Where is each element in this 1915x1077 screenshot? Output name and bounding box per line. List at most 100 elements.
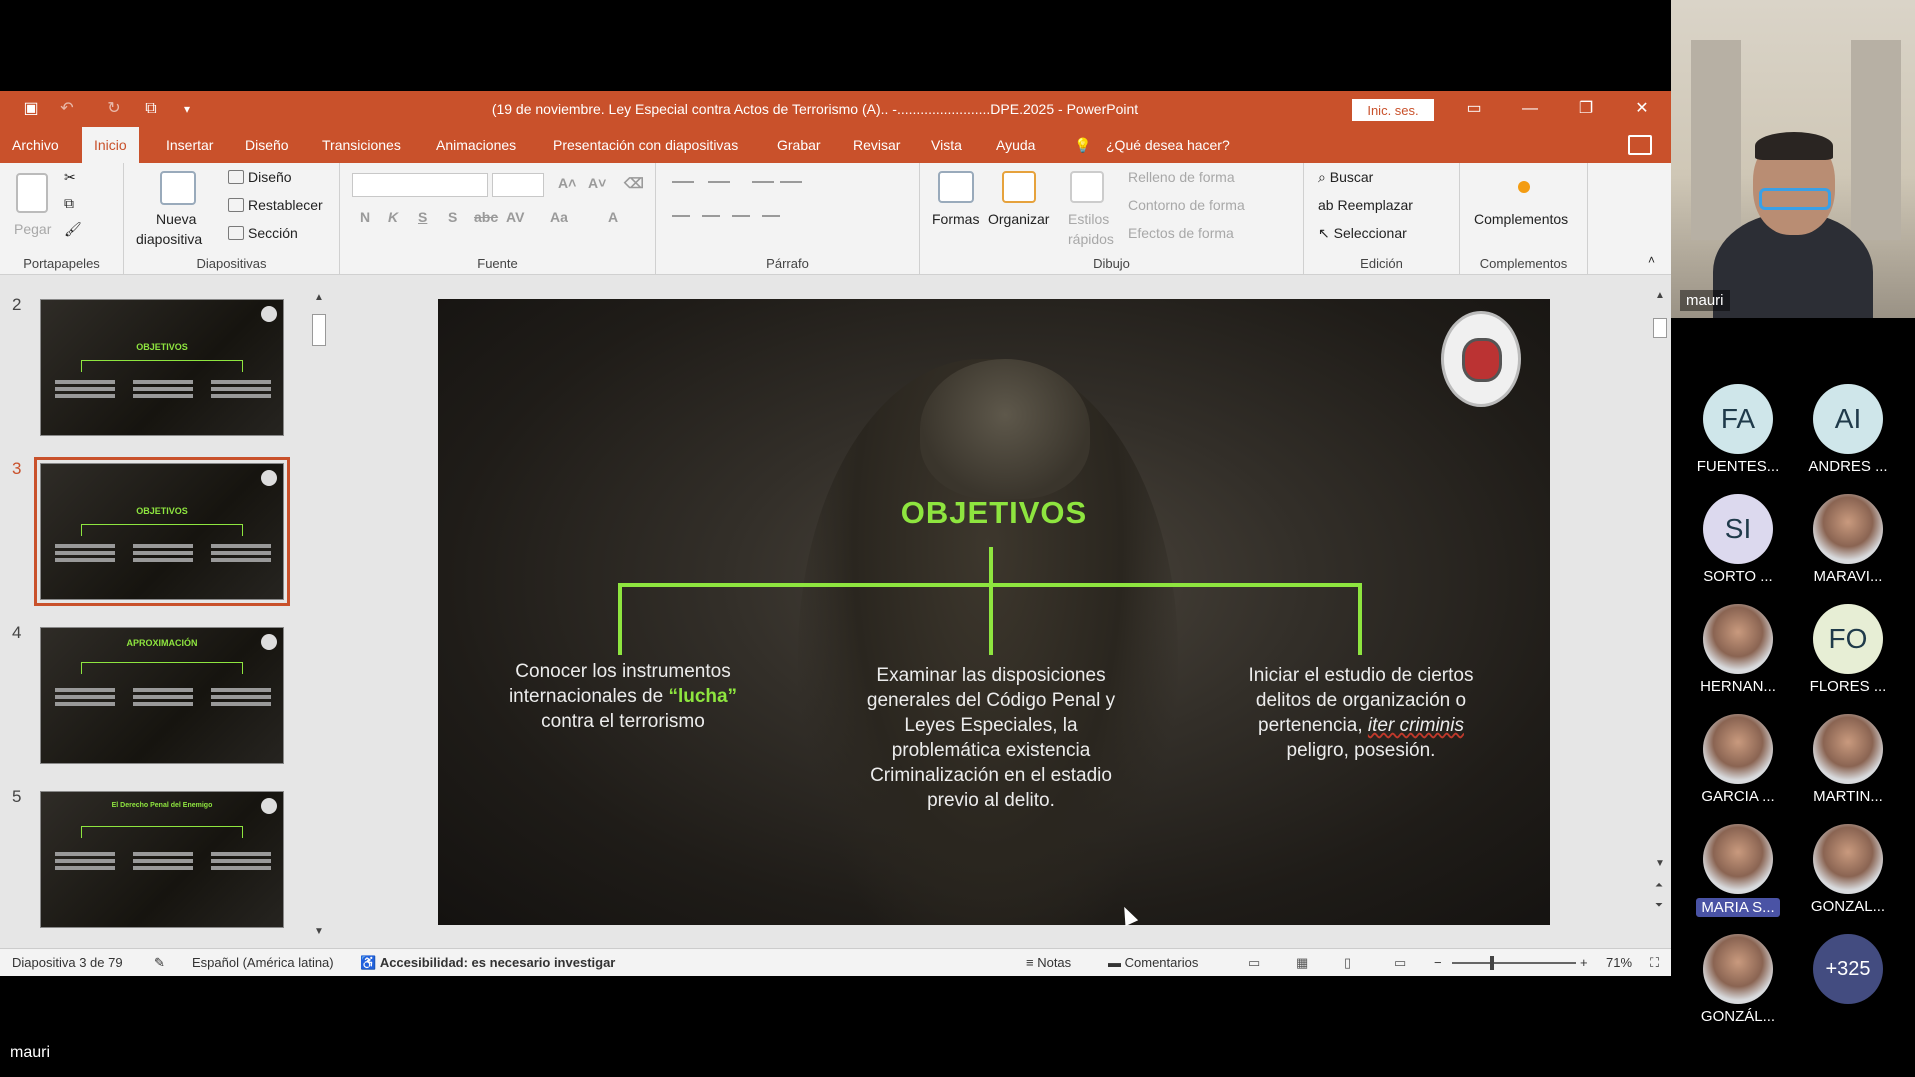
arrange-icon[interactable] — [1002, 171, 1036, 203]
quick-styles-icon[interactable] — [1070, 171, 1104, 203]
spellcheck-icon[interactable]: ✎ — [154, 949, 165, 977]
slideshow-icon[interactable]: ▭ — [1394, 949, 1406, 977]
zoom-slider-track[interactable] — [1452, 962, 1576, 964]
tab-archivo[interactable]: Archivo — [0, 127, 71, 163]
increase-indent-icon[interactable] — [780, 181, 802, 183]
participant-tile[interactable]: MARIA S... — [1683, 824, 1793, 917]
normal-view-icon[interactable]: ▭ — [1248, 949, 1260, 977]
align-left-icon[interactable] — [672, 215, 690, 217]
save-icon[interactable]: ▣ — [20, 99, 42, 119]
participant-tile[interactable]: FO FLORES ... — [1793, 604, 1903, 695]
find-button[interactable]: ⌕ Buscar — [1318, 169, 1373, 186]
thumbnails-scrollbar[interactable]: ▲ ▼ — [310, 290, 328, 940]
scroll-up-icon[interactable]: ▲ — [1655, 290, 1665, 301]
participant-tile[interactable]: SI SORTO ... — [1683, 494, 1793, 585]
participant-tile[interactable]: MARTIN... — [1793, 714, 1903, 805]
collapse-ribbon-icon[interactable]: ˄ — [1648, 253, 1655, 267]
bold-button[interactable]: N — [360, 209, 370, 225]
bullets-icon[interactable] — [672, 181, 694, 183]
shadow-button[interactable]: S — [448, 209, 457, 225]
reset-button[interactable]: Restablecer — [228, 197, 323, 213]
restore-icon[interactable]: ❐ — [1558, 91, 1614, 127]
new-slide-icon[interactable] — [160, 171, 196, 205]
comments-icon[interactable] — [1628, 135, 1652, 155]
accessibility-status[interactable]: ♿ Accesibilidad: es necesario investigar — [360, 949, 615, 977]
ribbon-display-icon[interactable]: ▭ — [1446, 91, 1502, 127]
scroll-thumb[interactable] — [1653, 318, 1667, 338]
new-slide-button-line2[interactable]: diapositiva — [136, 231, 202, 247]
zoom-slider-handle[interactable] — [1490, 956, 1494, 970]
paste-button[interactable]: Pegar — [14, 221, 51, 237]
copy-icon[interactable]: ⧉ — [64, 195, 74, 212]
tab-vista[interactable]: Vista — [919, 127, 974, 163]
reading-view-icon[interactable]: ▯ — [1344, 949, 1351, 977]
language-status[interactable]: Español (América latina) — [192, 949, 334, 977]
minimize-icon[interactable]: — — [1502, 91, 1558, 127]
participant-tile[interactable]: HERNAN... — [1683, 604, 1793, 695]
scroll-down-icon[interactable]: ▼ — [314, 926, 324, 937]
cut-icon[interactable]: ✂ — [64, 169, 76, 186]
font-color-button[interactable]: A — [608, 209, 618, 225]
justify-icon[interactable] — [762, 215, 780, 217]
zoom-out-icon[interactable]: − — [1434, 949, 1442, 977]
clear-format-icon[interactable]: ⌫ — [624, 175, 644, 192]
underline-button[interactable]: S — [418, 209, 427, 225]
tab-animaciones[interactable]: Animaciones — [424, 127, 528, 163]
paste-icon[interactable] — [16, 173, 48, 213]
layout-button[interactable]: Diseño — [228, 169, 292, 185]
slide-canvas[interactable]: OBJETIVOS Conocer los instrumentos inter… — [438, 299, 1550, 925]
close-icon[interactable]: ✕ — [1614, 91, 1670, 127]
participant-tile[interactable]: FA FUENTES... — [1683, 384, 1793, 475]
shapes-icon[interactable] — [938, 171, 974, 203]
case-button[interactable]: Aa — [550, 209, 568, 225]
present-from-start-icon[interactable]: ⧉ — [140, 99, 162, 119]
slide-thumbnail[interactable]: OBJETIVOS — [40, 299, 284, 436]
redo-icon[interactable]: ↻ — [103, 99, 125, 119]
font-size-box[interactable] — [492, 173, 544, 197]
slide-thumbnail-selected[interactable]: OBJETIVOS — [34, 457, 290, 606]
notes-button[interactable]: ≡ Notas — [1026, 949, 1071, 977]
scroll-thumb[interactable] — [312, 314, 326, 346]
tab-ayuda[interactable]: Ayuda — [984, 127, 1047, 163]
scroll-down-icon[interactable]: ▼ — [1655, 858, 1665, 869]
arrange-button[interactable]: Organizar — [988, 211, 1049, 227]
fit-to-window-icon[interactable]: ⛶ — [1650, 949, 1659, 977]
section-button[interactable]: Sección — [228, 225, 298, 241]
shape-outline-button[interactable]: Contorno de forma — [1128, 197, 1245, 213]
customize-toolbar-icon[interactable]: ▾ — [176, 99, 198, 119]
scroll-up-icon[interactable]: ▲ — [314, 292, 324, 303]
font-name-box[interactable] — [352, 173, 488, 197]
next-slide-icon[interactable]: ⏷ — [1655, 900, 1663, 911]
objective-3-text[interactable]: Iniciar el estudio de ciertos delitos de… — [1226, 663, 1496, 763]
zoom-level[interactable]: 71% — [1606, 949, 1632, 977]
format-painter-icon[interactable]: 🖌 — [64, 221, 82, 238]
select-button[interactable]: ↖ Seleccionar — [1318, 225, 1407, 242]
zoom-in-icon[interactable]: + — [1580, 949, 1588, 977]
tab-grabar[interactable]: Grabar — [765, 127, 833, 163]
objective-2-text[interactable]: Examinar las disposiciones generales del… — [856, 663, 1126, 813]
tell-me-search[interactable]: 💡 ¿Qué desea hacer? — [1074, 127, 1230, 163]
participant-tile[interactable]: GONZAL... — [1793, 824, 1903, 915]
numbering-icon[interactable] — [708, 181, 730, 183]
add-ins-icon[interactable] — [1518, 181, 1530, 193]
grow-font-icon[interactable]: A˄ — [558, 175, 576, 191]
participant-tile[interactable]: GARCIA ... — [1683, 714, 1793, 805]
decrease-indent-icon[interactable] — [752, 181, 774, 183]
tab-revisar[interactable]: Revisar — [841, 127, 912, 163]
align-right-icon[interactable] — [732, 215, 750, 217]
shrink-font-icon[interactable]: A˅ — [588, 175, 606, 191]
shape-fill-button[interactable]: Relleno de forma — [1128, 169, 1235, 185]
slide-thumbnail[interactable]: APROXIMACIÓN — [40, 627, 284, 764]
slide-title[interactable]: OBJETIVOS — [438, 495, 1550, 531]
tab-insertar[interactable]: Insertar — [154, 127, 225, 163]
objective-1-text[interactable]: Conocer los instrumentos internacionales… — [488, 659, 758, 734]
tab-inicio[interactable]: Inicio — [82, 127, 139, 163]
new-slide-button-line1[interactable]: Nueva — [156, 211, 196, 227]
participant-tile[interactable]: GONZÁL... — [1683, 934, 1793, 1025]
editor-scrollbar[interactable]: ▲ ▼ ⏶ ⏷ — [1650, 290, 1670, 930]
shapes-button[interactable]: Formas — [932, 211, 979, 227]
participant-tile[interactable]: MARAVI... — [1793, 494, 1903, 585]
align-center-icon[interactable] — [702, 215, 720, 217]
slide-sorter-icon[interactable]: ▦ — [1296, 949, 1308, 977]
add-ins-button[interactable]: Complementos — [1474, 211, 1568, 227]
